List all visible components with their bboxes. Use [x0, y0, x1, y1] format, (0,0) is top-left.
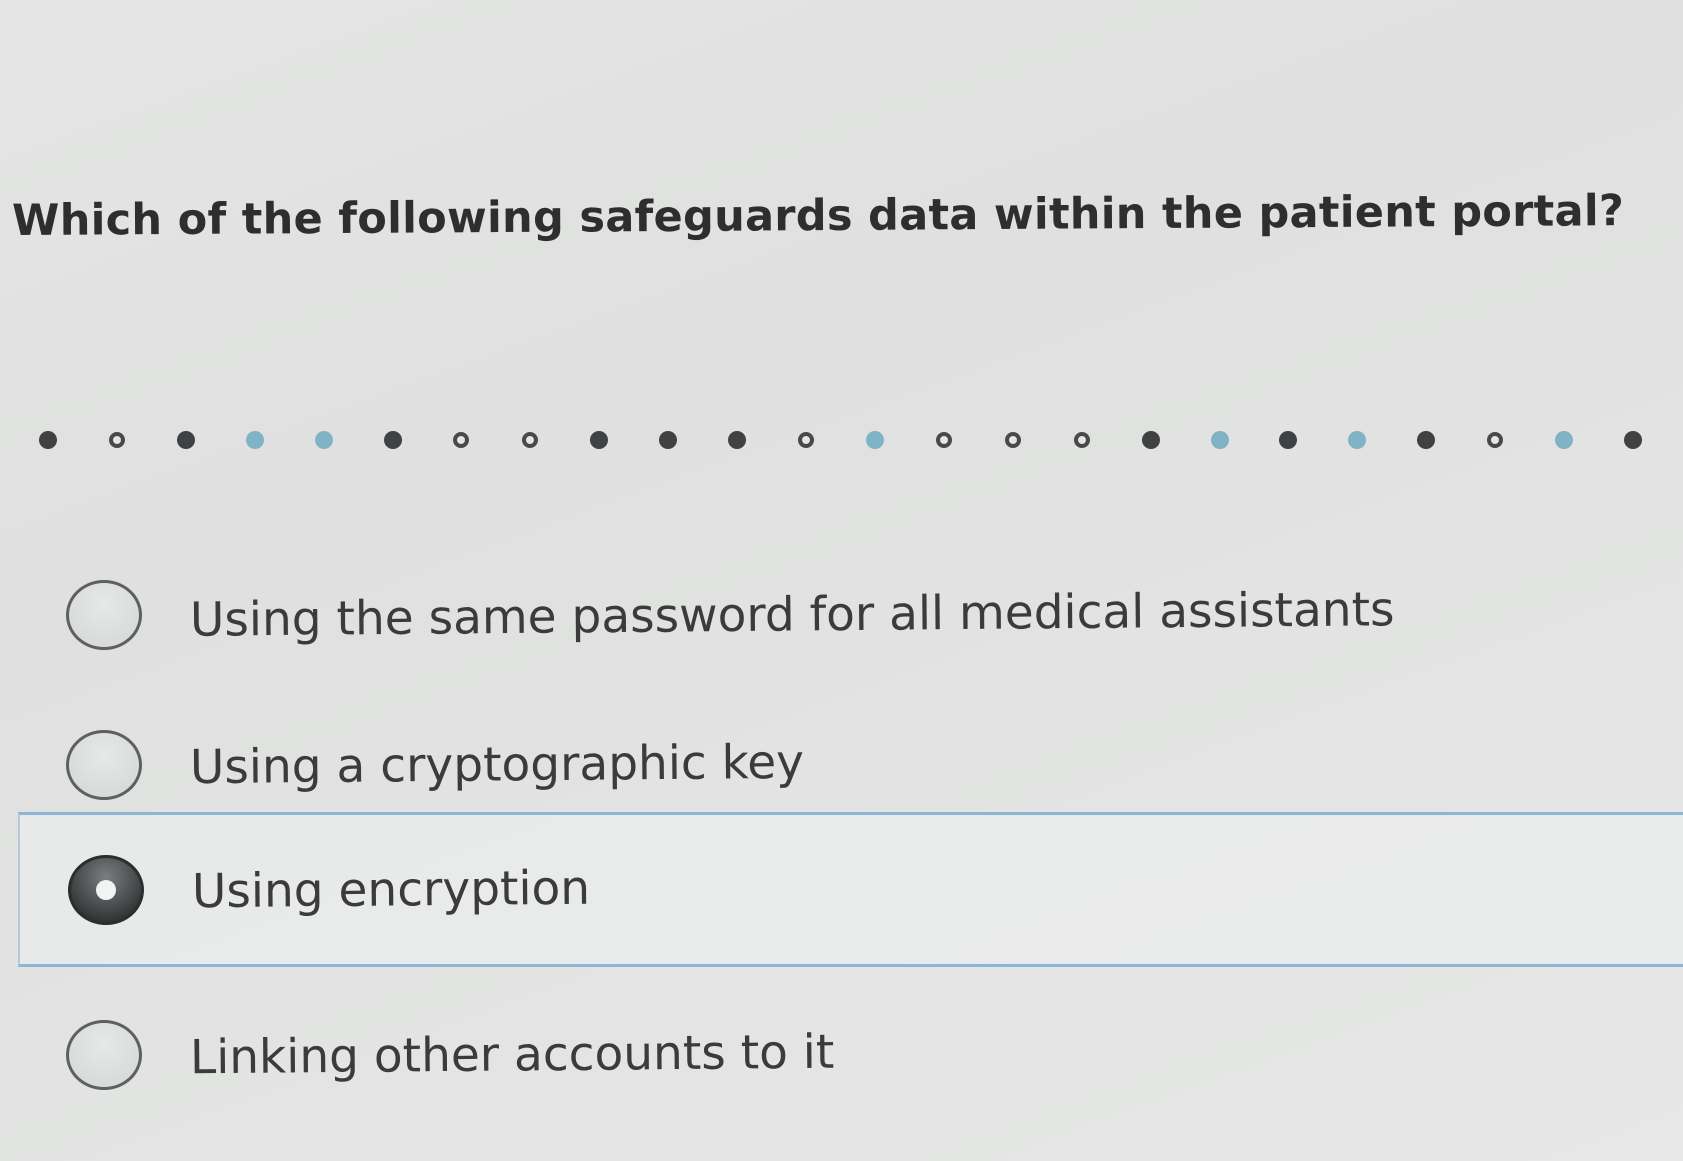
progress-dot-21-filled[interactable]: [1417, 431, 1436, 449]
progress-dot-3-filled[interactable]: [176, 431, 195, 449]
progress-dot-20-current[interactable]: [1348, 431, 1367, 449]
progress-dot-2-open[interactable]: [108, 432, 125, 448]
progress-dot-1-filled[interactable]: [39, 431, 57, 449]
answer-option-4[interactable]: Linking other accounts to it: [18, 980, 1683, 1130]
answer-option-1[interactable]: Using the same password for all medical …: [18, 540, 1683, 690]
progress-dot-7-open[interactable]: [453, 432, 470, 448]
radio-button-3-checked[interactable]: [68, 854, 144, 925]
progress-dot-17-filled[interactable]: [1141, 431, 1160, 449]
progress-dot-5-current[interactable]: [314, 431, 333, 449]
progress-dot-11-filled[interactable]: [728, 431, 747, 449]
progress-dot-16-open[interactable]: [1073, 432, 1090, 448]
progress-dot-14-open[interactable]: [935, 432, 952, 448]
answer-label-2[interactable]: Using a cryptographic key: [190, 735, 804, 795]
progress-dot-23-current[interactable]: [1555, 431, 1574, 449]
progress-dot-12-open[interactable]: [798, 432, 815, 448]
question-text: Which of the following safeguards data w…: [11, 186, 1625, 246]
progress-dot-24-filled[interactable]: [1624, 431, 1642, 449]
progress-dot-18-current[interactable]: [1210, 431, 1229, 449]
progress-dot-9-filled[interactable]: [590, 431, 609, 449]
answer-label-4[interactable]: Linking other accounts to it: [190, 1025, 835, 1086]
progress-dot-4-current[interactable]: [245, 431, 264, 449]
progress-dot-19-filled[interactable]: [1279, 431, 1298, 449]
radio-button-2[interactable]: [66, 730, 142, 800]
progress-dot-10-filled[interactable]: [659, 431, 678, 449]
progress-dot-13-current[interactable]: [865, 431, 884, 449]
progress-dot-8-open[interactable]: [522, 432, 539, 448]
answer-option-3-selected[interactable]: Using encryption: [18, 812, 1683, 967]
progress-dot-6-filled[interactable]: [383, 431, 402, 449]
radio-button-4[interactable]: [66, 1020, 142, 1090]
question-progress-dots: [32, 425, 1652, 455]
progress-dot-22-open[interactable]: [1487, 432, 1504, 448]
radio-selected-dot-icon: [96, 879, 116, 900]
radio-button-1[interactable]: [66, 580, 142, 650]
answer-label-1[interactable]: Using the same password for all medical …: [190, 582, 1395, 648]
progress-dot-15-open[interactable]: [1004, 432, 1021, 448]
answer-label-3[interactable]: Using encryption: [192, 860, 591, 918]
quiz-page: Which of the following safeguards data w…: [0, 0, 1683, 1161]
